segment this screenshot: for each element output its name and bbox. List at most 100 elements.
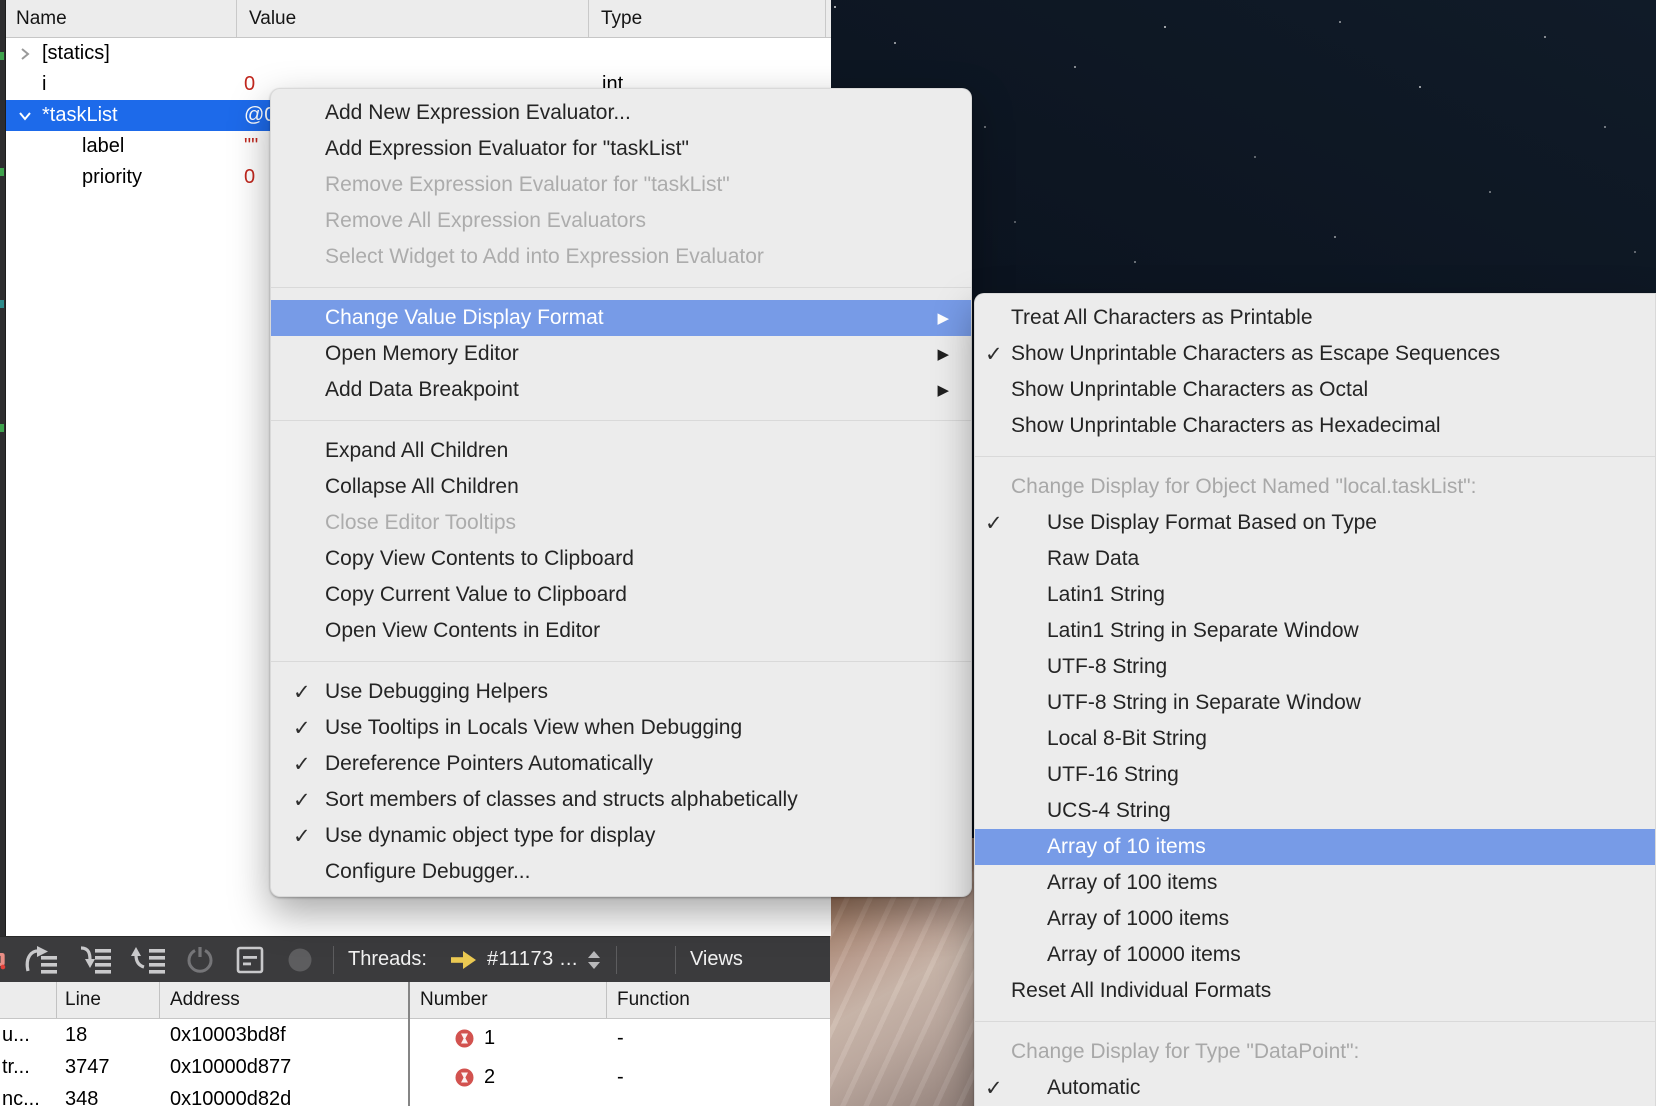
column-header-type[interactable]: Type xyxy=(589,0,826,37)
column-header-clipped[interactable] xyxy=(0,982,57,1018)
spinner-icon[interactable] xyxy=(588,951,600,969)
menu-item-sort-members-alphabetically[interactable]: ✓Sort members of classes and structs alp… xyxy=(271,782,971,818)
menu-item-label: Show Unprintable Characters as Octal xyxy=(1011,378,1368,402)
column-header-name[interactable]: Name xyxy=(6,0,237,37)
menu-section-header-label: Change Display for Type "DataPoint": xyxy=(1011,1040,1359,1064)
menu-item-copy-view-contents-to-clipboard[interactable]: Copy View Contents to Clipboard xyxy=(271,541,971,577)
stack-frame-line: 18 xyxy=(57,1024,160,1047)
checkmark-icon: ✓ xyxy=(985,511,1003,536)
stack-frame-name: nc... xyxy=(0,1088,57,1106)
menu-item-configure-debugger[interactable]: Configure Debugger... xyxy=(271,854,971,890)
stack-table-header: Line Address xyxy=(0,982,408,1019)
stack-frame-name: tr... xyxy=(0,1056,57,1079)
menu-item-use-tooltips-in-locals-view[interactable]: ✓Use Tooltips in Locals View when Debugg… xyxy=(271,710,971,746)
editor-edge-strip xyxy=(0,0,5,936)
menu-item-add-expression-evaluator-for-tasklist[interactable]: Add Expression Evaluator for "taskList" xyxy=(271,131,971,167)
chevron-right-icon[interactable] xyxy=(18,47,32,61)
submenu-item-ucs4-string[interactable]: UCS-4 String xyxy=(975,793,1655,829)
submenu-item-show-unprintable-as-escape-sequences[interactable]: ✓Show Unprintable Characters as Escape S… xyxy=(975,336,1655,372)
submenu-item-utf8-string-separate-window[interactable]: UTF-8 String in Separate Window xyxy=(975,685,1655,721)
menu-item-collapse-all-children[interactable]: Collapse All Children xyxy=(271,469,971,505)
menu-item-open-view-contents-in-editor[interactable]: Open View Contents in Editor xyxy=(271,613,971,649)
views-button[interactable]: Views xyxy=(690,948,743,971)
submenu-item-local-8bit-string[interactable]: Local 8-Bit String xyxy=(975,721,1655,757)
thread-row[interactable]: 1 - xyxy=(410,1019,830,1058)
menu-item-label: Use Debugging Helpers xyxy=(325,680,548,704)
menu-item-label: Copy View Contents to Clipboard xyxy=(325,547,634,571)
submenu-item-array-of-10-items[interactable]: Array of 10 items xyxy=(975,829,1655,865)
menu-item-label: Add Data Breakpoint xyxy=(325,378,519,402)
submenu-item-utf8-string[interactable]: UTF-8 String xyxy=(975,649,1655,685)
menu-item-remove-expression-evaluator-for-tasklist: Remove Expression Evaluator for "taskLis… xyxy=(271,167,971,203)
step-out-icon[interactable] xyxy=(131,945,167,975)
thread-number: 1 xyxy=(484,1027,495,1050)
menu-item-label: Remove Expression Evaluator for "taskLis… xyxy=(325,173,730,197)
menu-item-expand-all-children[interactable]: Expand All Children xyxy=(271,433,971,469)
stack-frame-address: 0x10003bd8f xyxy=(160,1024,286,1047)
column-header-line[interactable]: Line xyxy=(57,982,160,1018)
column-header-address[interactable]: Address xyxy=(160,982,408,1018)
threads-table-header: Number Function xyxy=(410,982,830,1019)
menu-item-label: Open View Contents in Editor xyxy=(325,619,600,643)
column-header-label: Line xyxy=(65,989,101,1011)
menu-separator xyxy=(975,1021,1655,1022)
submenu-item-array-of-100-items[interactable]: Array of 100 items xyxy=(975,865,1655,901)
stack-row[interactable]: u... 18 0x10003bd8f xyxy=(0,1019,408,1051)
menu-item-add-data-breakpoint[interactable]: Add Data Breakpoint▶ xyxy=(271,372,971,408)
submenu-item-array-of-1000-items[interactable]: Array of 1000 items xyxy=(975,901,1655,937)
submenu-item-reset-all-individual-formats[interactable]: Reset All Individual Formats xyxy=(975,973,1655,1009)
debugger-screen: Name Value Type [statics] i 0 int *taskL… xyxy=(0,0,1656,1106)
editor-text-fragment xyxy=(0,300,4,308)
menu-item-dereference-pointers-automatically[interactable]: ✓Dereference Pointers Automatically xyxy=(271,746,971,782)
menu-item-label: Add New Expression Evaluator... xyxy=(325,101,631,125)
context-menu: Add New Expression Evaluator... Add Expr… xyxy=(270,88,972,897)
step-over-icon[interactable] xyxy=(23,945,59,975)
chevron-down-icon[interactable] xyxy=(18,109,32,123)
menu-item-open-memory-editor[interactable]: Open Memory Editor▶ xyxy=(271,336,971,372)
stack-row[interactable]: nc... 348 0x10000d82d xyxy=(0,1083,408,1106)
column-header-label: Name xyxy=(16,8,67,30)
submenu-item-raw-data[interactable]: Raw Data xyxy=(975,541,1655,577)
column-header-number[interactable]: Number xyxy=(410,982,607,1018)
variable-name: priority xyxy=(6,166,142,189)
menu-item-copy-current-value-to-clipboard[interactable]: Copy Current Value to Clipboard xyxy=(271,577,971,613)
submenu-item-latin1-string-separate-window[interactable]: Latin1 String in Separate Window xyxy=(975,613,1655,649)
menu-item-use-dynamic-object-type[interactable]: ✓Use dynamic object type for display xyxy=(271,818,971,854)
submenu-item-utf16-string[interactable]: UTF-16 String xyxy=(975,757,1655,793)
stack-frame-line: 3747 xyxy=(57,1056,160,1079)
variable-name: label xyxy=(6,135,124,158)
open-memory-view-icon[interactable] xyxy=(235,945,265,975)
submenu-item-show-unprintable-as-hexadecimal[interactable]: Show Unprintable Characters as Hexadecim… xyxy=(975,408,1655,444)
submenu-item-latin1-string[interactable]: Latin1 String xyxy=(975,577,1655,613)
column-header-function[interactable]: Function xyxy=(607,982,830,1018)
menu-item-add-new-expression-evaluator[interactable]: Add New Expression Evaluator... xyxy=(271,95,971,131)
menu-item-label: Open Memory Editor xyxy=(325,342,519,366)
menu-item-label: Change Value Display Format xyxy=(325,306,604,330)
submenu-item-array-of-10000-items[interactable]: Array of 10000 items xyxy=(975,937,1655,973)
column-header-value[interactable]: Value xyxy=(237,0,589,37)
interrupt-icon[interactable] xyxy=(0,943,7,977)
menu-item-label: UTF-16 String xyxy=(1047,763,1179,787)
submenu-item-use-display-format-based-on-type[interactable]: ✓Use Display Format Based on Type xyxy=(975,505,1655,541)
editor-text-fragment xyxy=(0,52,4,60)
submenu-item-show-unprintable-as-octal[interactable]: Show Unprintable Characters as Octal xyxy=(975,372,1655,408)
stack-row[interactable]: tr... 3747 0x10000d877 xyxy=(0,1051,408,1083)
thread-row[interactable]: 2 - xyxy=(410,1058,830,1097)
stack-frame-name: u... xyxy=(0,1024,57,1047)
submenu-item-automatic[interactable]: ✓Automatic xyxy=(975,1070,1655,1106)
restart-debugger-icon[interactable] xyxy=(185,945,215,975)
submenu-item-treat-all-characters-as-printable[interactable]: Treat All Characters as Printable xyxy=(975,300,1655,336)
menu-item-change-value-display-format[interactable]: Change Value Display Format▶ xyxy=(271,300,971,336)
menu-item-label: Array of 10000 items xyxy=(1047,943,1241,967)
record-icon[interactable] xyxy=(285,945,315,975)
thread-selector[interactable]: #11173 ... xyxy=(487,948,578,971)
thread-paused-icon xyxy=(455,1068,474,1087)
checkmark-icon: ✓ xyxy=(985,342,1003,367)
menu-item-label: UTF-8 String xyxy=(1047,655,1167,679)
step-into-icon[interactable] xyxy=(77,945,113,975)
menu-item-use-debugging-helpers[interactable]: ✓Use Debugging Helpers xyxy=(271,674,971,710)
locals-row-statics[interactable]: [statics] xyxy=(6,38,831,69)
toolbar-divider xyxy=(333,946,334,974)
menu-section-header-label: Change Display for Object Named "local.t… xyxy=(1011,475,1476,499)
checkmark-icon: ✓ xyxy=(293,824,311,849)
